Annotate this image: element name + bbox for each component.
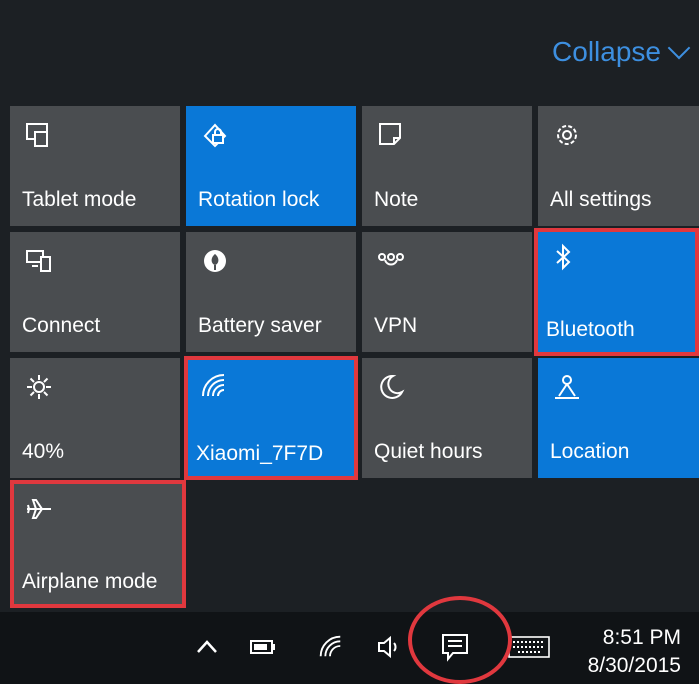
tile-label: Battery saver	[198, 314, 322, 337]
connect-icon	[26, 250, 51, 272]
tile-vpn[interactable]: VPN	[362, 232, 532, 352]
chevron-up-icon[interactable]	[194, 634, 220, 660]
vpn-icon	[378, 253, 404, 266]
tile-rotation-lock[interactable]: Rotation lock	[186, 106, 356, 226]
tile-wifi[interactable]: Xiaomi_7F7D	[184, 356, 358, 480]
tile-connect[interactable]: Connect	[10, 232, 180, 352]
tile-label: Airplane mode	[22, 570, 158, 593]
volume-icon[interactable]	[376, 634, 402, 660]
tile-label: Rotation lock	[198, 188, 320, 211]
clock-time: 8:51 PM	[602, 626, 681, 649]
tile-brightness[interactable]: 40%	[10, 358, 180, 478]
airplane-icon	[27, 499, 51, 519]
tile-airplane-mode[interactable]: Airplane mode	[10, 480, 186, 608]
tablet-mode-icon	[26, 123, 48, 147]
note-icon	[379, 123, 401, 145]
tile-label: VPN	[374, 314, 418, 337]
brightness-icon	[27, 375, 51, 399]
wifi-icon	[202, 374, 225, 397]
wifi-icon[interactable]	[316, 632, 344, 660]
location-icon	[555, 375, 579, 399]
tile-label: Tablet mode	[22, 188, 137, 211]
moon-icon	[380, 374, 405, 399]
tile-quiet-hours[interactable]: Quiet hours	[362, 358, 532, 478]
taskbar: 8:51 PM 8/30/2015	[0, 612, 699, 684]
tile-label: Note	[374, 188, 419, 211]
tile-location[interactable]: Location	[538, 358, 699, 478]
tile-bluetooth[interactable]: Bluetooth	[534, 228, 699, 356]
chevron-down-icon	[667, 36, 691, 60]
gear-icon	[557, 125, 577, 145]
tile-label: Xiaomi_7F7D	[196, 442, 324, 465]
tile-all-settings[interactable]: All settings	[538, 106, 699, 226]
tile-label: Connect	[22, 314, 101, 337]
tile-label: Bluetooth	[546, 318, 635, 341]
action-center-icon[interactable]	[440, 632, 470, 662]
collapse-label: Collapse	[552, 36, 661, 67]
tile-tablet-mode[interactable]: Tablet mode	[10, 106, 180, 226]
tile-label: All settings	[550, 188, 652, 211]
collapse-button[interactable]: Collapse	[552, 36, 691, 68]
rotation-lock-icon	[203, 123, 227, 148]
tile-label: Location	[550, 440, 630, 463]
action-center-panel: Collapse Tablet mode Rotation lock Note …	[0, 0, 699, 612]
tile-note[interactable]: Note	[362, 106, 532, 226]
system-clock[interactable]: 8:51 PM 8/30/2015	[588, 624, 681, 680]
battery-icon[interactable]	[250, 638, 276, 656]
clock-date: 8/30/2015	[587, 654, 681, 677]
tile-label: 40%	[22, 440, 65, 463]
tile-battery-saver[interactable]: Battery saver	[186, 232, 356, 352]
battery-saver-icon	[204, 250, 226, 272]
bluetooth-icon	[556, 243, 571, 271]
keyboard-icon[interactable]	[508, 636, 550, 658]
tile-label: Quiet hours	[374, 440, 483, 463]
